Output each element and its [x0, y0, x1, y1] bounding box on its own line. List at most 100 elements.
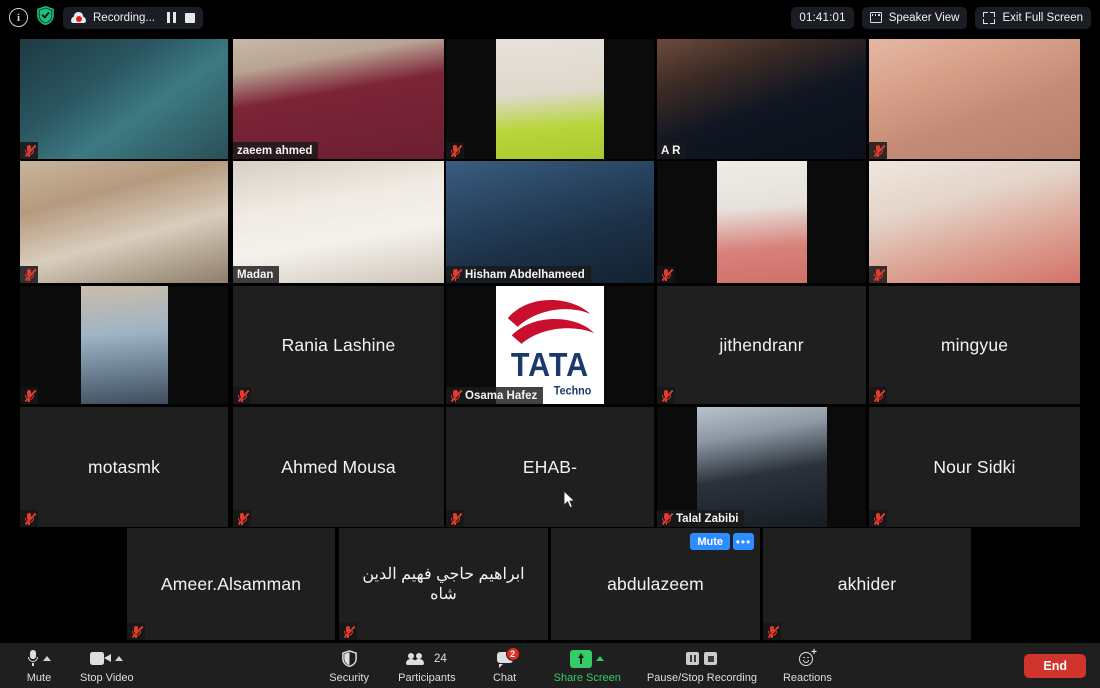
meeting-toolbar: Mute Stop Video Security 24 Participants…	[0, 643, 1100, 688]
participant-tile[interactable]: Nour Sidki	[869, 407, 1080, 527]
participant-tile[interactable]: Ameer.Alsamman	[127, 528, 335, 640]
participants-button[interactable]: 24 Participants	[398, 643, 456, 688]
stop-video-button[interactable]: Stop Video	[80, 643, 134, 688]
participants-label: Participants	[398, 671, 456, 684]
chat-bubble-icon: 2	[496, 646, 520, 668]
share-screen-label: Share Screen	[553, 671, 621, 684]
participant-mute-indicator	[20, 510, 38, 527]
shield-check-svg	[37, 5, 54, 25]
participant-video	[233, 39, 444, 159]
muted-microphone-icon	[450, 512, 462, 525]
participant-mute-indicator	[869, 142, 887, 159]
participant-mute-indicator	[20, 142, 38, 159]
video-settings-chevron-up-icon[interactable]	[115, 656, 124, 661]
end-meeting-button[interactable]: End	[1024, 653, 1086, 678]
participant-tile[interactable]	[869, 39, 1080, 159]
participant-video	[446, 39, 654, 159]
participant-display-name: EHAB-	[522, 456, 578, 477]
participant-name-label: zaeem ahmed	[237, 144, 313, 157]
more-options-icon[interactable]: •••	[733, 533, 754, 550]
video-icon-row	[90, 648, 124, 670]
mute-label: Mute	[26, 671, 52, 684]
participant-name-badge: Madan	[233, 266, 280, 283]
security-icon-row	[341, 648, 357, 670]
participant-mute-indicator	[763, 623, 781, 640]
shield-icon	[341, 650, 357, 667]
tile-mute-button[interactable]: Mute	[690, 533, 730, 550]
participant-tile[interactable]: motasmk	[20, 407, 228, 527]
muted-microphone-icon	[873, 512, 885, 525]
participant-tile[interactable]: zaeem ahmed	[233, 39, 444, 159]
pause-icon[interactable]	[686, 652, 700, 665]
participant-name-badge: Hisham Abdelhameed	[446, 266, 591, 283]
audio-settings-chevron-up-icon[interactable]	[43, 656, 51, 661]
participant-mute-indicator	[657, 387, 675, 404]
participant-display-name: akhider	[837, 573, 897, 594]
reactions-button[interactable]: + Reactions	[783, 643, 832, 688]
participant-display-name: Ahmed Mousa	[281, 456, 396, 477]
layout-grid-icon	[869, 12, 882, 23]
participant-tile[interactable]: EHAB-	[446, 407, 654, 527]
security-button[interactable]: Security	[326, 643, 372, 688]
participant-tile[interactable]	[657, 161, 866, 283]
participant-mute-indicator	[233, 510, 251, 527]
participant-tile[interactable]	[20, 286, 228, 404]
participant-name-label: Talal Zabibi	[676, 512, 739, 525]
participant-tile[interactable]: jithendranr	[657, 286, 866, 404]
chat-button[interactable]: 2 Chat	[482, 643, 528, 688]
cloud-record-icon	[71, 12, 86, 23]
participant-name-badge: zaeem ahmed	[233, 142, 319, 159]
participant-video	[233, 161, 444, 283]
participant-tile[interactable]: Talal Zabibi	[657, 407, 866, 527]
participant-tile[interactable]: abdulazeem Mute •••	[551, 528, 760, 640]
participant-video-frame	[717, 161, 807, 283]
participant-name-label: Madan	[237, 268, 274, 281]
pause-stop-recording-button[interactable]: Pause/Stop Recording	[647, 643, 757, 688]
participant-tile[interactable]	[20, 161, 228, 283]
stop-icon[interactable]	[704, 652, 718, 665]
share-screen-button[interactable]: Share Screen	[554, 643, 621, 688]
muted-microphone-icon	[450, 144, 462, 157]
participant-tile[interactable]: Madan	[233, 161, 444, 283]
muted-microphone-icon	[873, 144, 885, 157]
participant-tile[interactable]: Rania Lashine	[233, 286, 444, 404]
camera-icon	[90, 652, 112, 665]
participant-tile[interactable]: ابراهيم حاجي فهيم الدين شاه	[339, 528, 548, 640]
participant-tile[interactable]: TATA Techno Osama Hafez	[446, 286, 654, 404]
participant-video	[657, 161, 866, 283]
mute-button[interactable]: Mute	[16, 643, 62, 688]
participant-tile[interactable]: akhider	[763, 528, 971, 640]
participant-mute-indicator	[869, 510, 887, 527]
muted-microphone-icon	[237, 512, 249, 525]
participant-tile[interactable]: Ahmed Mousa	[233, 407, 444, 527]
participant-name-label: Osama Hafez	[465, 389, 538, 402]
participant-tile[interactable]: mingyue	[869, 286, 1080, 404]
participant-mute-indicator	[446, 510, 464, 527]
participant-tile[interactable]	[20, 39, 228, 159]
participant-name-badge: A R	[657, 142, 687, 159]
participant-tile[interactable]: A R	[657, 39, 866, 159]
participant-tile[interactable]	[869, 161, 1080, 283]
reactions-label: Reactions	[782, 671, 832, 684]
participant-name-label: Hisham Abdelhameed	[465, 268, 585, 281]
exit-full-screen-button[interactable]: Exit Full Screen	[975, 6, 1091, 29]
stop-icon[interactable]	[185, 12, 196, 23]
participant-tile[interactable]: Hisham Abdelhameed	[446, 161, 654, 283]
shield-check-icon[interactable]	[37, 5, 54, 30]
zoom-meeting-window: i Recording... 01:41:01 Speaker View Exi…	[0, 0, 1100, 688]
info-circle-icon[interactable]: i	[9, 8, 28, 27]
participant-mute-indicator	[233, 387, 251, 404]
share-settings-chevron-up-icon[interactable]	[596, 656, 605, 661]
pause-icon[interactable]	[167, 12, 177, 23]
smiley-plus-icon: +	[798, 648, 817, 667]
muted-microphone-icon	[131, 625, 143, 638]
microphone-icon	[27, 650, 39, 667]
participant-tile[interactable]	[446, 39, 654, 159]
recording-status-pill[interactable]: Recording...	[63, 6, 204, 29]
muted-microphone-icon	[450, 389, 463, 402]
top-bar-left-group: i Recording...	[0, 5, 204, 30]
participant-name-badge: Talal Zabibi	[657, 510, 745, 527]
participant-video	[20, 161, 228, 283]
participant-mute-indicator	[339, 623, 357, 640]
speaker-view-button[interactable]: Speaker View	[861, 6, 968, 29]
